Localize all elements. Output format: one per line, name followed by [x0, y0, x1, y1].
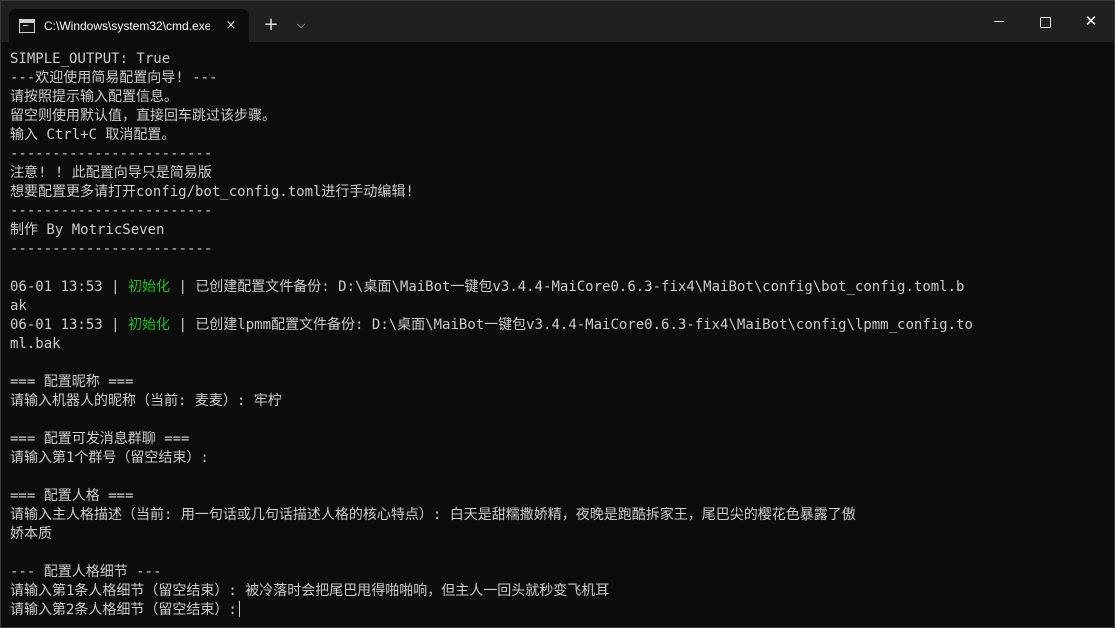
- close-tab-icon[interactable]: ×: [223, 18, 239, 34]
- console-icon: [19, 18, 35, 33]
- output-line: ------------------------: [10, 203, 213, 219]
- title-bar[interactable]: C:\Windows\system32\cmd.exe × + ⌵ ✕: [1, 1, 1114, 42]
- prompt-line[interactable]: 请输入第2条人格细节（留空结束）:: [10, 601, 1114, 620]
- log-message: 已创建配置文件备份: D:\桌面\MaiBot一键包v3.4.4-MaiCore…: [195, 279, 965, 295]
- output-line: 请输入机器人的昵称（当前: 麦麦）: 牢柠: [10, 393, 282, 409]
- output-line: 请输入主人格描述（当前: 用一句话或几句话描述人格的核心特点）: 白天是甜糯撒娇…: [10, 507, 856, 523]
- log-separator: |: [170, 279, 196, 295]
- output-line: 输入 Ctrl+C 取消配置。: [10, 127, 176, 143]
- terminal-output[interactable]: SIMPLE_OUTPUT: True ---欢迎使用简易配置向导! --- 请…: [1, 42, 1114, 627]
- terminal-window: C:\Windows\system32\cmd.exe × + ⌵ ✕ SIMP…: [0, 0, 1115, 628]
- output-line: === 配置昵称 ===: [10, 374, 134, 390]
- log-separator: |: [102, 317, 129, 333]
- log-message: 已创建lpmm配置文件备份: D:\桌面\MaiBot一键包v3.4.4-Mai…: [195, 317, 973, 333]
- output-line: === 配置可发消息群聊 ===: [10, 431, 190, 447]
- output-line: ------------------------: [10, 146, 213, 162]
- minimize-button[interactable]: [976, 1, 1022, 42]
- tab-title: C:\Windows\system32\cmd.exe: [44, 18, 210, 33]
- log-level: 初始化: [128, 317, 171, 333]
- log-level: 初始化: [128, 279, 171, 295]
- output-line: 请输入第1个群号（留空结束）:: [10, 450, 209, 466]
- output-line: ---欢迎使用简易配置向导! ---: [10, 70, 218, 86]
- output-line: 请输入第1条人格细节（留空结束）: 被冷落时会把尾巴甩得啪啪响，但主人一回头就秒…: [10, 583, 610, 599]
- log-time: 06-01 13:53: [10, 279, 103, 295]
- log-time: 06-01 13:53: [10, 317, 103, 333]
- output-line: SIMPLE_OUTPUT: True: [10, 51, 171, 67]
- output-line: 注意! ! 此配置向导只是简易版: [10, 165, 212, 181]
- output-line: 制作 By MotricSeven: [10, 222, 165, 238]
- output-line: 留空则使用默认值，直接回车跳过该步骤。: [10, 108, 276, 124]
- log-separator: |: [170, 317, 196, 333]
- output-line: 想要配置更多请打开config/bot_config.toml进行手动编辑!: [10, 184, 414, 200]
- output-line: 娇本质: [10, 526, 52, 542]
- new-tab-button[interactable]: +: [259, 13, 283, 37]
- prompt-text: 请输入第2条人格细节（留空结束）:: [10, 602, 237, 618]
- minimize-icon: [994, 20, 1004, 22]
- chevron-down-icon[interactable]: ⌵: [290, 13, 312, 37]
- output-line: ------------------------: [10, 241, 213, 257]
- output-line: ml.bak: [10, 336, 61, 352]
- maximize-icon: [1039, 17, 1051, 28]
- maximize-button[interactable]: [1022, 1, 1068, 42]
- output-line: --- 配置人格细节 ---: [10, 564, 162, 580]
- log-line-backup-bot-config: 06-01 13:53 | 初始化 | 已创建配置文件备份: D:\桌面\Mai…: [10, 278, 1114, 297]
- log-line-backup-lpmm-config: 06-01 13:53 | 初始化 | 已创建lpmm配置文件备份: D:\桌面…: [10, 316, 1114, 335]
- close-window-button[interactable]: ✕: [1068, 1, 1114, 42]
- output-line: === 配置人格 ===: [10, 488, 134, 504]
- log-separator: |: [102, 279, 129, 295]
- output-line: ak: [10, 298, 27, 314]
- text-cursor: [238, 601, 240, 617]
- tab-cmd[interactable]: C:\Windows\system32\cmd.exe ×: [9, 9, 249, 42]
- output-line: 请按照提示输入配置信息。: [10, 89, 178, 105]
